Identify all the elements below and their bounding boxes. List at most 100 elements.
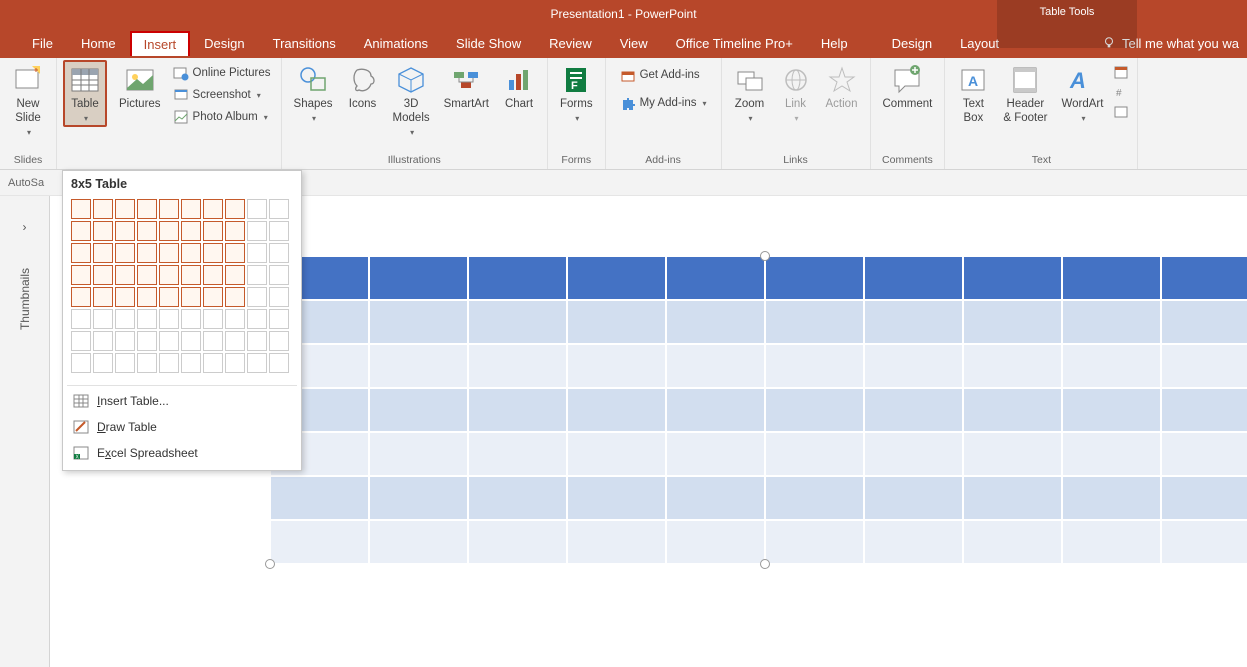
grid-cell[interactable]: [181, 243, 201, 263]
grid-cell[interactable]: [203, 287, 223, 307]
table-cell[interactable]: [270, 520, 369, 564]
grid-cell[interactable]: [137, 309, 157, 329]
insert-table-menu-item[interactable]: Insert Table...: [63, 388, 301, 414]
selection-handle[interactable]: [760, 251, 770, 261]
grid-cell[interactable]: [93, 353, 113, 373]
grid-cell[interactable]: [137, 243, 157, 263]
table-cell[interactable]: [864, 520, 963, 564]
tab-home[interactable]: Home: [67, 30, 130, 57]
table-cell[interactable]: [963, 344, 1062, 388]
table-row[interactable]: [270, 432, 1247, 476]
table-cell[interactable]: [468, 344, 567, 388]
grid-cell[interactable]: [93, 309, 113, 329]
table-cell[interactable]: [1062, 476, 1161, 520]
table-cell[interactable]: [864, 476, 963, 520]
get-addins-button[interactable]: Get Add-ins: [616, 66, 711, 84]
draw-table-menu-item[interactable]: Draw Table: [63, 414, 301, 440]
zoom-button[interactable]: Zoom ▾: [728, 60, 772, 127]
header-footer-button[interactable]: Header & Footer: [997, 60, 1053, 130]
grid-cell[interactable]: [71, 265, 91, 285]
tab-view[interactable]: View: [606, 30, 662, 57]
grid-cell[interactable]: [137, 287, 157, 307]
table-cell[interactable]: [369, 388, 468, 432]
table-cell[interactable]: [1062, 520, 1161, 564]
grid-cell[interactable]: [115, 353, 135, 373]
table-cell[interactable]: [1062, 432, 1161, 476]
grid-cell[interactable]: [203, 265, 223, 285]
grid-cell[interactable]: [269, 243, 289, 263]
table-cell[interactable]: [567, 520, 666, 564]
table-row[interactable]: [270, 476, 1247, 520]
tab-tt-design[interactable]: Design: [878, 30, 946, 57]
grid-cell[interactable]: [159, 287, 179, 307]
table-cell[interactable]: [963, 520, 1062, 564]
grid-cell[interactable]: [269, 287, 289, 307]
grid-cell[interactable]: [181, 199, 201, 219]
table-cell[interactable]: [864, 388, 963, 432]
table-cell[interactable]: [666, 388, 765, 432]
table-cell[interactable]: [963, 476, 1062, 520]
table-cell[interactable]: [666, 256, 765, 300]
selection-handle[interactable]: [760, 559, 770, 569]
tab-design[interactable]: Design: [190, 30, 258, 57]
online-pictures-button[interactable]: Online Pictures: [169, 64, 275, 82]
grid-cell[interactable]: [159, 331, 179, 351]
slide-number-icon[interactable]: #: [1113, 84, 1129, 100]
grid-cell[interactable]: [71, 331, 91, 351]
table-cell[interactable]: [1161, 388, 1247, 432]
grid-cell[interactable]: [93, 199, 113, 219]
grid-cell[interactable]: [225, 221, 245, 241]
grid-cell[interactable]: [247, 309, 267, 329]
grid-cell[interactable]: [247, 287, 267, 307]
tab-review[interactable]: Review: [535, 30, 606, 57]
table-cell[interactable]: [1161, 300, 1247, 344]
new-slide-button[interactable]: New Slide ▾: [6, 60, 50, 141]
grid-cell[interactable]: [225, 309, 245, 329]
table-cell[interactable]: [369, 344, 468, 388]
grid-cell[interactable]: [71, 287, 91, 307]
grid-cell[interactable]: [93, 287, 113, 307]
grid-cell[interactable]: [247, 265, 267, 285]
table-cell[interactable]: [666, 476, 765, 520]
grid-cell[interactable]: [93, 331, 113, 351]
table-cell[interactable]: [765, 388, 864, 432]
grid-cell[interactable]: [269, 265, 289, 285]
grid-cell[interactable]: [247, 199, 267, 219]
grid-cell[interactable]: [225, 353, 245, 373]
table-cell[interactable]: [369, 300, 468, 344]
screenshot-button[interactable]: Screenshot ▾: [169, 86, 275, 104]
date-time-icon[interactable]: [1113, 64, 1129, 80]
table-cell[interactable]: [1161, 256, 1247, 300]
wordart-button[interactable]: A WordArt ▾: [1055, 60, 1109, 127]
grid-cell[interactable]: [137, 353, 157, 373]
grid-cell[interactable]: [159, 199, 179, 219]
table-row[interactable]: [270, 300, 1247, 344]
table-cell[interactable]: [1161, 344, 1247, 388]
grid-cell[interactable]: [225, 199, 245, 219]
tab-insert[interactable]: Insert: [130, 31, 191, 56]
grid-cell[interactable]: [115, 221, 135, 241]
table-cell[interactable]: [963, 432, 1062, 476]
grid-cell[interactable]: [159, 265, 179, 285]
table-cell[interactable]: [765, 520, 864, 564]
grid-cell[interactable]: [71, 243, 91, 263]
grid-cell[interactable]: [269, 353, 289, 373]
table-cell[interactable]: [765, 344, 864, 388]
table-cell[interactable]: [567, 432, 666, 476]
table-cell[interactable]: [1161, 476, 1247, 520]
table-cell[interactable]: [1062, 388, 1161, 432]
grid-cell[interactable]: [181, 309, 201, 329]
grid-cell[interactable]: [71, 199, 91, 219]
grid-cell[interactable]: [247, 331, 267, 351]
table-row[interactable]: [270, 388, 1247, 432]
grid-cell[interactable]: [247, 243, 267, 263]
tab-animations[interactable]: Animations: [350, 30, 442, 57]
grid-cell[interactable]: [203, 331, 223, 351]
table-cell[interactable]: [864, 344, 963, 388]
table-button[interactable]: Table ▾: [63, 60, 107, 127]
grid-cell[interactable]: [115, 243, 135, 263]
grid-cell[interactable]: [203, 309, 223, 329]
table-cell[interactable]: [468, 388, 567, 432]
grid-cell[interactable]: [93, 221, 113, 241]
table-cell[interactable]: [1161, 520, 1247, 564]
